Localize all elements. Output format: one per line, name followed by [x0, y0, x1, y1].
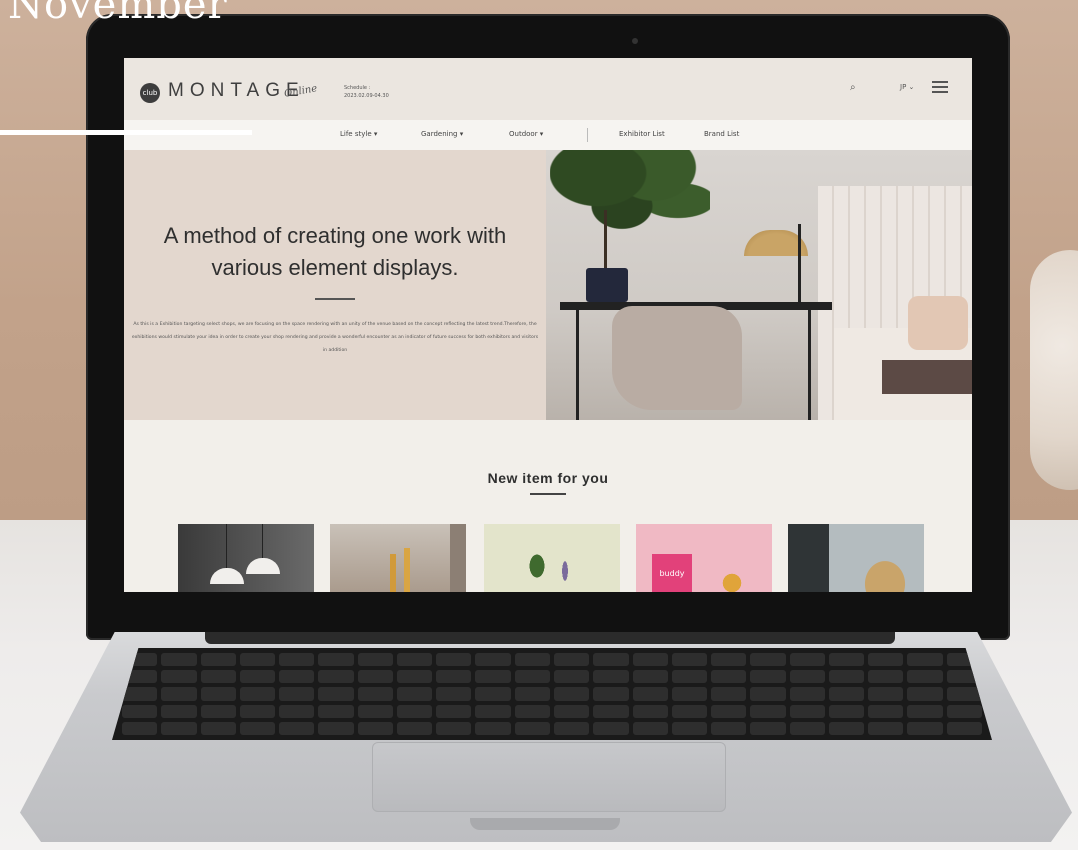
language-selector[interactable]: JP ⌄	[900, 83, 914, 91]
background-vase	[1030, 250, 1078, 490]
product-card-pink-package[interactable]: buddy	[636, 524, 772, 592]
plant-leaves	[550, 150, 710, 250]
plant-pot	[586, 268, 628, 302]
product-card-botanical[interactable]	[484, 524, 620, 592]
product-card-candles[interactable]	[330, 524, 466, 592]
nav-item-exhibitor-list[interactable]: Exhibitor List	[619, 130, 665, 138]
laptop-trackpad	[372, 742, 726, 812]
laptop-hinge	[205, 632, 895, 644]
logo-badge[interactable]: club	[140, 83, 160, 103]
new-items-divider	[530, 493, 566, 495]
hero-text-panel: A method of creating one work with vario…	[124, 150, 546, 420]
search-icon[interactable]: ⌕	[850, 82, 856, 93]
nav-item-gardening[interactable]: Gardening ▾	[421, 130, 463, 138]
camera-icon	[632, 38, 638, 44]
nav-divider	[587, 128, 588, 142]
new-items-title: New item for you	[487, 470, 609, 486]
hero-title-line-2: various element displays.	[211, 255, 459, 280]
overlay-title: November	[8, 0, 228, 28]
laptop-notch	[470, 818, 620, 830]
laptop-screen: club MONTAGE Online Schedule : 2023.02.0…	[124, 58, 972, 592]
desk-lamp-pole	[798, 224, 801, 304]
product-card-pendant-lamps[interactable]	[178, 524, 314, 592]
schedule-label: Schedule :	[344, 85, 371, 91]
hero-body-text: As this is a Exhibition targeting select…	[131, 322, 539, 353]
bed-pillow	[908, 296, 968, 350]
schedule-info: Schedule : 2023.02.09-04.30	[344, 84, 389, 100]
plant-stem	[604, 210, 607, 270]
hero-title: A method of creating one work with vario…	[124, 220, 546, 284]
nav-item-brand-list[interactable]: Brand List	[704, 130, 739, 138]
hero-title-line-1: A method of creating one work with	[163, 223, 507, 248]
schedule-dates: 2023.02.09-04.30	[344, 93, 389, 99]
laptop-keyboard	[112, 648, 992, 740]
main-nav: Life style ▾ Gardening ▾ Outdoor ▾ Exhib…	[124, 120, 972, 150]
nav-item-outdoor[interactable]: Outdoor ▾	[509, 130, 543, 138]
site-header: club MONTAGE Online Schedule : 2023.02.0…	[124, 58, 972, 120]
desk-leg	[576, 308, 579, 420]
hero-divider	[315, 298, 355, 300]
bed-blanket	[882, 360, 972, 394]
nav-item-life-style[interactable]: Life style ▾	[340, 130, 377, 138]
new-items-section: New item for you buddy	[124, 420, 972, 592]
package-label: buddy	[652, 554, 692, 592]
hero-image	[546, 150, 972, 420]
overlay-line	[0, 130, 252, 135]
hamburger-menu-icon[interactable]	[932, 81, 948, 96]
chair	[612, 306, 742, 410]
product-card-dried-flowers[interactable]	[788, 524, 924, 592]
desk-leg	[808, 308, 811, 420]
